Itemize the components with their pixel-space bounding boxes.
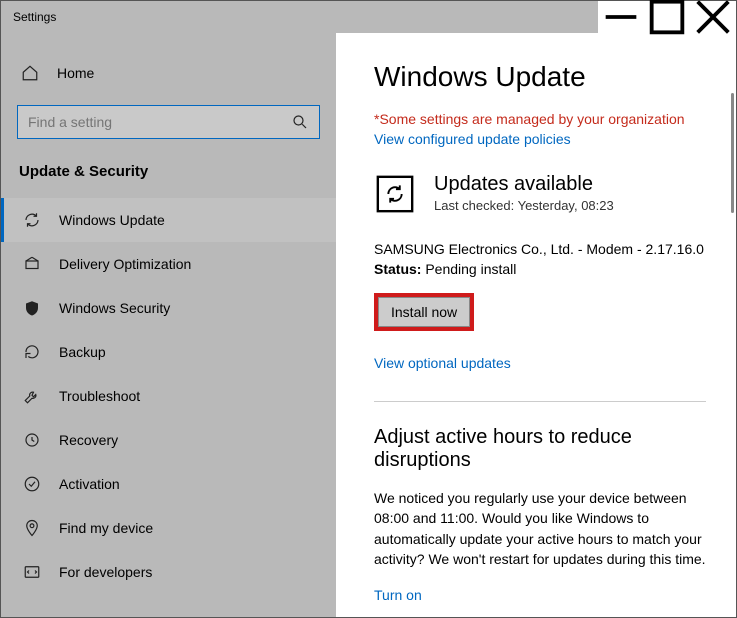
sync-icon [23,211,41,229]
window-title: Settings [1,10,56,24]
nav-label: Troubleshoot [59,388,140,404]
sidebar-item-activation[interactable]: Activation [1,462,336,506]
optional-updates-link[interactable]: View optional updates [374,355,706,371]
window-controls [598,1,736,33]
sidebar-item-windows-security[interactable]: Windows Security [1,286,336,330]
page-title: Windows Update [374,61,706,93]
minimize-button[interactable] [598,1,644,33]
nav-label: Delivery Optimization [59,256,191,272]
nav-label: For developers [59,564,152,580]
status-value: Pending install [421,261,516,277]
sidebar-item-recovery[interactable]: Recovery [1,418,336,462]
sidebar-item-delivery-optimization[interactable]: Delivery Optimization [1,242,336,286]
shield-icon [23,299,41,317]
delivery-icon [23,255,41,273]
nav-label: Backup [59,344,106,360]
close-button[interactable] [690,1,736,33]
active-hours-heading: Adjust active hours to reduce disruption… [374,426,706,472]
wrench-icon [23,387,41,405]
sidebar-item-windows-update[interactable]: Windows Update [1,198,336,242]
nav-label: Activation [59,476,120,492]
nav-label: Windows Security [59,300,170,316]
nav-label: Recovery [59,432,118,448]
driver-line: SAMSUNG Electronics Co., Ltd. - Modem - … [374,241,706,257]
home-icon [21,64,39,82]
scrollbar-thumb[interactable] [731,93,734,213]
sidebar-item-troubleshoot[interactable]: Troubleshoot [1,374,336,418]
install-now-button[interactable]: Install now [378,297,470,327]
sidebar-item-find-my-device[interactable]: Find my device [1,506,336,550]
search-input[interactable] [28,114,291,130]
turn-on-link[interactable]: Turn on [374,587,422,603]
nav-label: Windows Update [59,212,165,228]
main-content: Windows Update *Some settings are manage… [336,33,736,617]
active-hours-body: We noticed you regularly use your device… [374,488,706,569]
search-box[interactable] [17,105,320,139]
sidebar: Home Update & Security Windows Update De… [1,33,336,617]
backup-icon [23,343,41,361]
category-heading: Update & Security [1,155,336,198]
status-line: Status: Pending install [374,261,706,277]
search-icon [291,113,309,131]
separator [374,401,706,402]
location-icon [23,519,41,537]
check-circle-icon [23,475,41,493]
policies-link[interactable]: View configured update policies [374,131,706,147]
home-nav[interactable]: Home [1,51,336,95]
titlebar: Settings [1,1,736,33]
nav-label: Find my device [59,520,153,536]
maximize-button[interactable] [644,1,690,33]
sidebar-item-backup[interactable]: Backup [1,330,336,374]
org-warning: *Some settings are managed by your organ… [374,111,706,127]
updates-available-title: Updates available [434,173,614,196]
update-icon [374,173,416,215]
recovery-icon [23,431,41,449]
sidebar-item-for-developers[interactable]: For developers [1,550,336,594]
status-label: Status: [374,261,421,277]
last-checked: Last checked: Yesterday, 08:23 [434,198,614,213]
home-label: Home [57,65,94,81]
code-icon [23,563,41,581]
install-highlight: Install now [374,293,474,331]
